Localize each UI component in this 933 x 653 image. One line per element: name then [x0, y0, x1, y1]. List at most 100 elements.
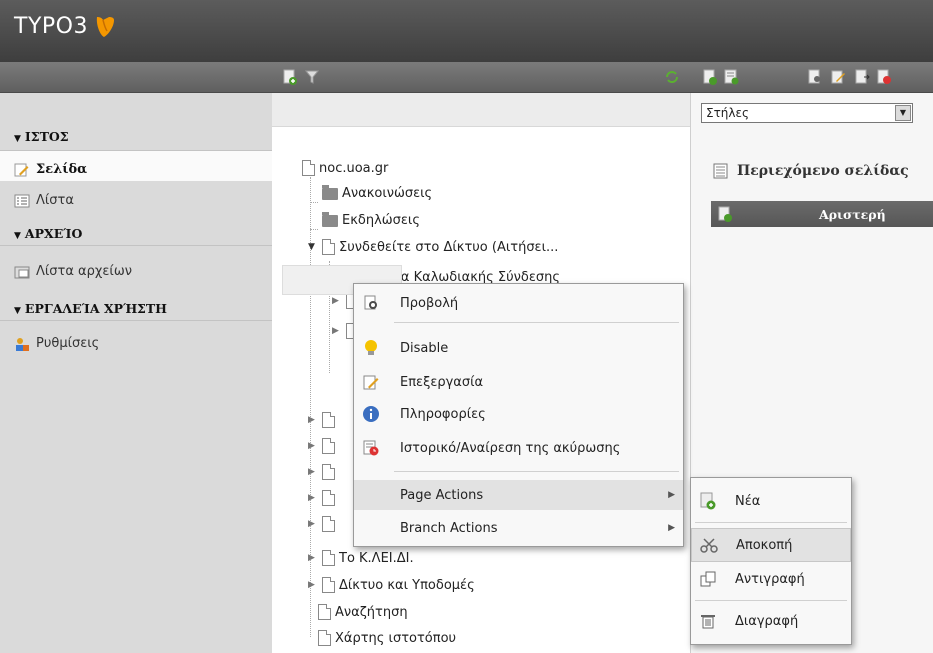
context-item-view[interactable]: Προβολή — [354, 288, 683, 318]
section-header-web[interactable]: ▼ ΙΣΤΟΣ — [0, 93, 272, 151]
filelist-icon — [14, 266, 30, 278]
expand-arrow-icon[interactable]: ▶ — [308, 493, 318, 503]
page-icon — [322, 239, 335, 255]
tree-node-collapsed[interactable]: ▶ — [308, 438, 335, 454]
page-history-icon[interactable] — [876, 69, 892, 85]
module-item-label: Λίστα — [36, 193, 74, 208]
page-icon — [322, 438, 335, 454]
module-item-list[interactable]: Λίστα — [0, 182, 272, 212]
tree-node-collapsed[interactable]: ▶ — [308, 516, 335, 532]
tree-node-label: noc.uoa.gr — [319, 160, 389, 176]
toolbar — [0, 62, 933, 93]
submenu-item-label: Αντιγραφή — [735, 571, 805, 587]
module-item-filelist[interactable]: Λίστα αρχείων — [0, 253, 272, 283]
new-content-element-icon[interactable] — [717, 206, 733, 222]
chevron-down-icon[interactable]: ▼ — [895, 105, 911, 121]
tree-node[interactable]: Χάρτης ιστοτόπου — [318, 630, 456, 646]
context-item-history[interactable]: Ιστορικό/Αναίρεση της ακύρωσης — [354, 433, 683, 463]
context-item-disable[interactable]: Disable — [354, 333, 683, 363]
submenu-arrow-icon: ▶ — [668, 490, 675, 500]
typo3-logo[interactable]: TYPO3 — [14, 14, 116, 39]
section-title: ΕΡΓΑΛΕΊΑ ΧΡΉΣΤΗ — [24, 301, 167, 316]
expand-arrow-icon[interactable]: ▶ — [332, 296, 342, 306]
tree-node-label: Το Κ.ΛΕΙ.ΔΙ. — [339, 550, 414, 566]
expand-arrow-icon[interactable]: ▶ — [308, 415, 318, 425]
folder-icon — [322, 184, 338, 200]
page-edit-icon — [14, 163, 29, 176]
context-item-label: Πληροφορίες — [400, 406, 486, 422]
submenu-item-cut[interactable]: Αποκοπή — [691, 528, 851, 562]
tree-node[interactable]: Αναζήτηση — [318, 604, 408, 620]
tree-node-collapsed[interactable]: ▶ Το Κ.ΛΕΙ.ΔΙ. — [308, 550, 414, 566]
expand-arrow-icon[interactable]: ▶ — [308, 519, 318, 529]
submenu-item-label: Διαγραφή — [735, 613, 799, 629]
page-icon — [318, 630, 331, 646]
tree-node-collapsed[interactable]: ▶ — [308, 412, 335, 428]
edit-page-icon[interactable] — [830, 69, 846, 85]
collapse-arrow-icon[interactable]: ▼ — [308, 242, 318, 252]
context-item-branch-actions[interactable]: Branch Actions ▶ — [354, 513, 683, 543]
tree-filter-bar — [272, 93, 690, 127]
columns-select[interactable]: Στήλες ▼ — [701, 103, 913, 123]
page-icon — [322, 550, 335, 566]
page-content-title: Περιεχόμενο σελίδας — [737, 163, 909, 179]
filter-icon[interactable] — [304, 69, 320, 85]
cut-icon — [700, 538, 718, 553]
new-page-icon[interactable] — [282, 69, 298, 85]
column-title: Αριστερή — [819, 207, 886, 222]
logo-text: TYPO3 — [14, 14, 88, 39]
new-page-icon — [700, 492, 716, 510]
tree-node-label: Ανακοινώσεις — [342, 186, 433, 201]
context-item-info[interactable]: Πληροφορίες — [354, 399, 683, 429]
new-record-icon[interactable] — [702, 69, 718, 85]
expand-arrow-icon[interactable]: ▶ — [308, 553, 318, 563]
tree-node-collapsed[interactable]: ▶ Δίκτυο και Υποδομές — [308, 577, 475, 593]
page-icon — [318, 604, 331, 620]
folder-icon — [322, 211, 338, 227]
expand-arrow-icon[interactable]: ▶ — [308, 441, 318, 451]
view-page-icon[interactable] — [807, 69, 823, 85]
tree-node-collapsed[interactable]: ▶ — [308, 490, 335, 506]
context-item-label: Branch Actions — [400, 520, 498, 536]
info-icon — [363, 406, 379, 422]
section-header-file[interactable]: ▼ ΑΡΧΕΊΟ — [0, 214, 272, 246]
tree-node[interactable]: Εκδηλώσεις — [310, 211, 420, 230]
context-item-label: Προβολή — [400, 295, 459, 311]
expand-arrow-icon[interactable]: ▶ — [308, 467, 318, 477]
module-item-page[interactable]: Σελίδα — [0, 151, 272, 181]
module-item-label: Ρυθμίσεις — [36, 336, 100, 351]
new-content-icon[interactable] — [723, 69, 739, 85]
columns-select-value: Στήλες — [706, 106, 750, 120]
refresh-icon[interactable] — [664, 69, 680, 85]
typo3-logo-icon — [96, 16, 114, 37]
column-header-left: Αριστερή — [711, 201, 933, 227]
module-item-label: Λίστα αρχείων — [36, 264, 132, 279]
context-item-label: Ιστορικό/Αναίρεση της ακύρωσης — [400, 440, 621, 456]
view-icon — [364, 295, 377, 310]
move-page-icon[interactable] — [854, 69, 870, 85]
tree-node-label: Αναζήτηση — [335, 604, 408, 620]
page-content-heading: Περιεχόμενο σελίδας — [713, 163, 909, 179]
section-title: ΑΡΧΕΊΟ — [24, 226, 83, 241]
tree-node-collapsed[interactable]: ▶ — [308, 464, 335, 480]
edit-icon — [363, 375, 379, 390]
context-item-edit[interactable]: Επεξεργασία — [354, 367, 683, 397]
submenu-item-new[interactable]: Νέα — [691, 484, 851, 518]
section-header-user-tools[interactable]: ▼ ΕΡΓΑΛΕΊΑ ΧΡΉΣΤΗ — [0, 289, 272, 321]
submenu-item-copy[interactable]: Αντιγραφή — [691, 562, 851, 596]
submenu-item-delete[interactable]: Διαγραφή — [691, 604, 851, 638]
tree-node[interactable]: Ανακοινώσεις — [310, 184, 433, 203]
module-item-settings[interactable]: Ρυθμίσεις — [0, 325, 272, 355]
tree-node-label: Εκδηλώσεις — [342, 213, 420, 228]
context-item-page-actions[interactable]: Page Actions ▶ — [354, 480, 683, 510]
context-menu: Προβολή Disable Επεξεργασία Πληροφορίες … — [353, 283, 684, 547]
tree-node-root[interactable]: noc.uoa.gr — [302, 160, 388, 176]
history-icon — [363, 440, 379, 456]
tree-node-expanded[interactable]: ▼ Συνδεθείτε στο Δίκτυο (Αιτήσει... — [308, 239, 558, 255]
copy-icon — [700, 571, 716, 587]
submenu-arrow-icon: ▶ — [668, 523, 675, 533]
tree-node-label: Δίκτυο και Υποδομές — [339, 577, 475, 593]
expand-arrow-icon[interactable]: ▶ — [308, 580, 318, 590]
page-icon — [322, 516, 335, 532]
expand-arrow-icon[interactable]: ▶ — [332, 326, 342, 336]
